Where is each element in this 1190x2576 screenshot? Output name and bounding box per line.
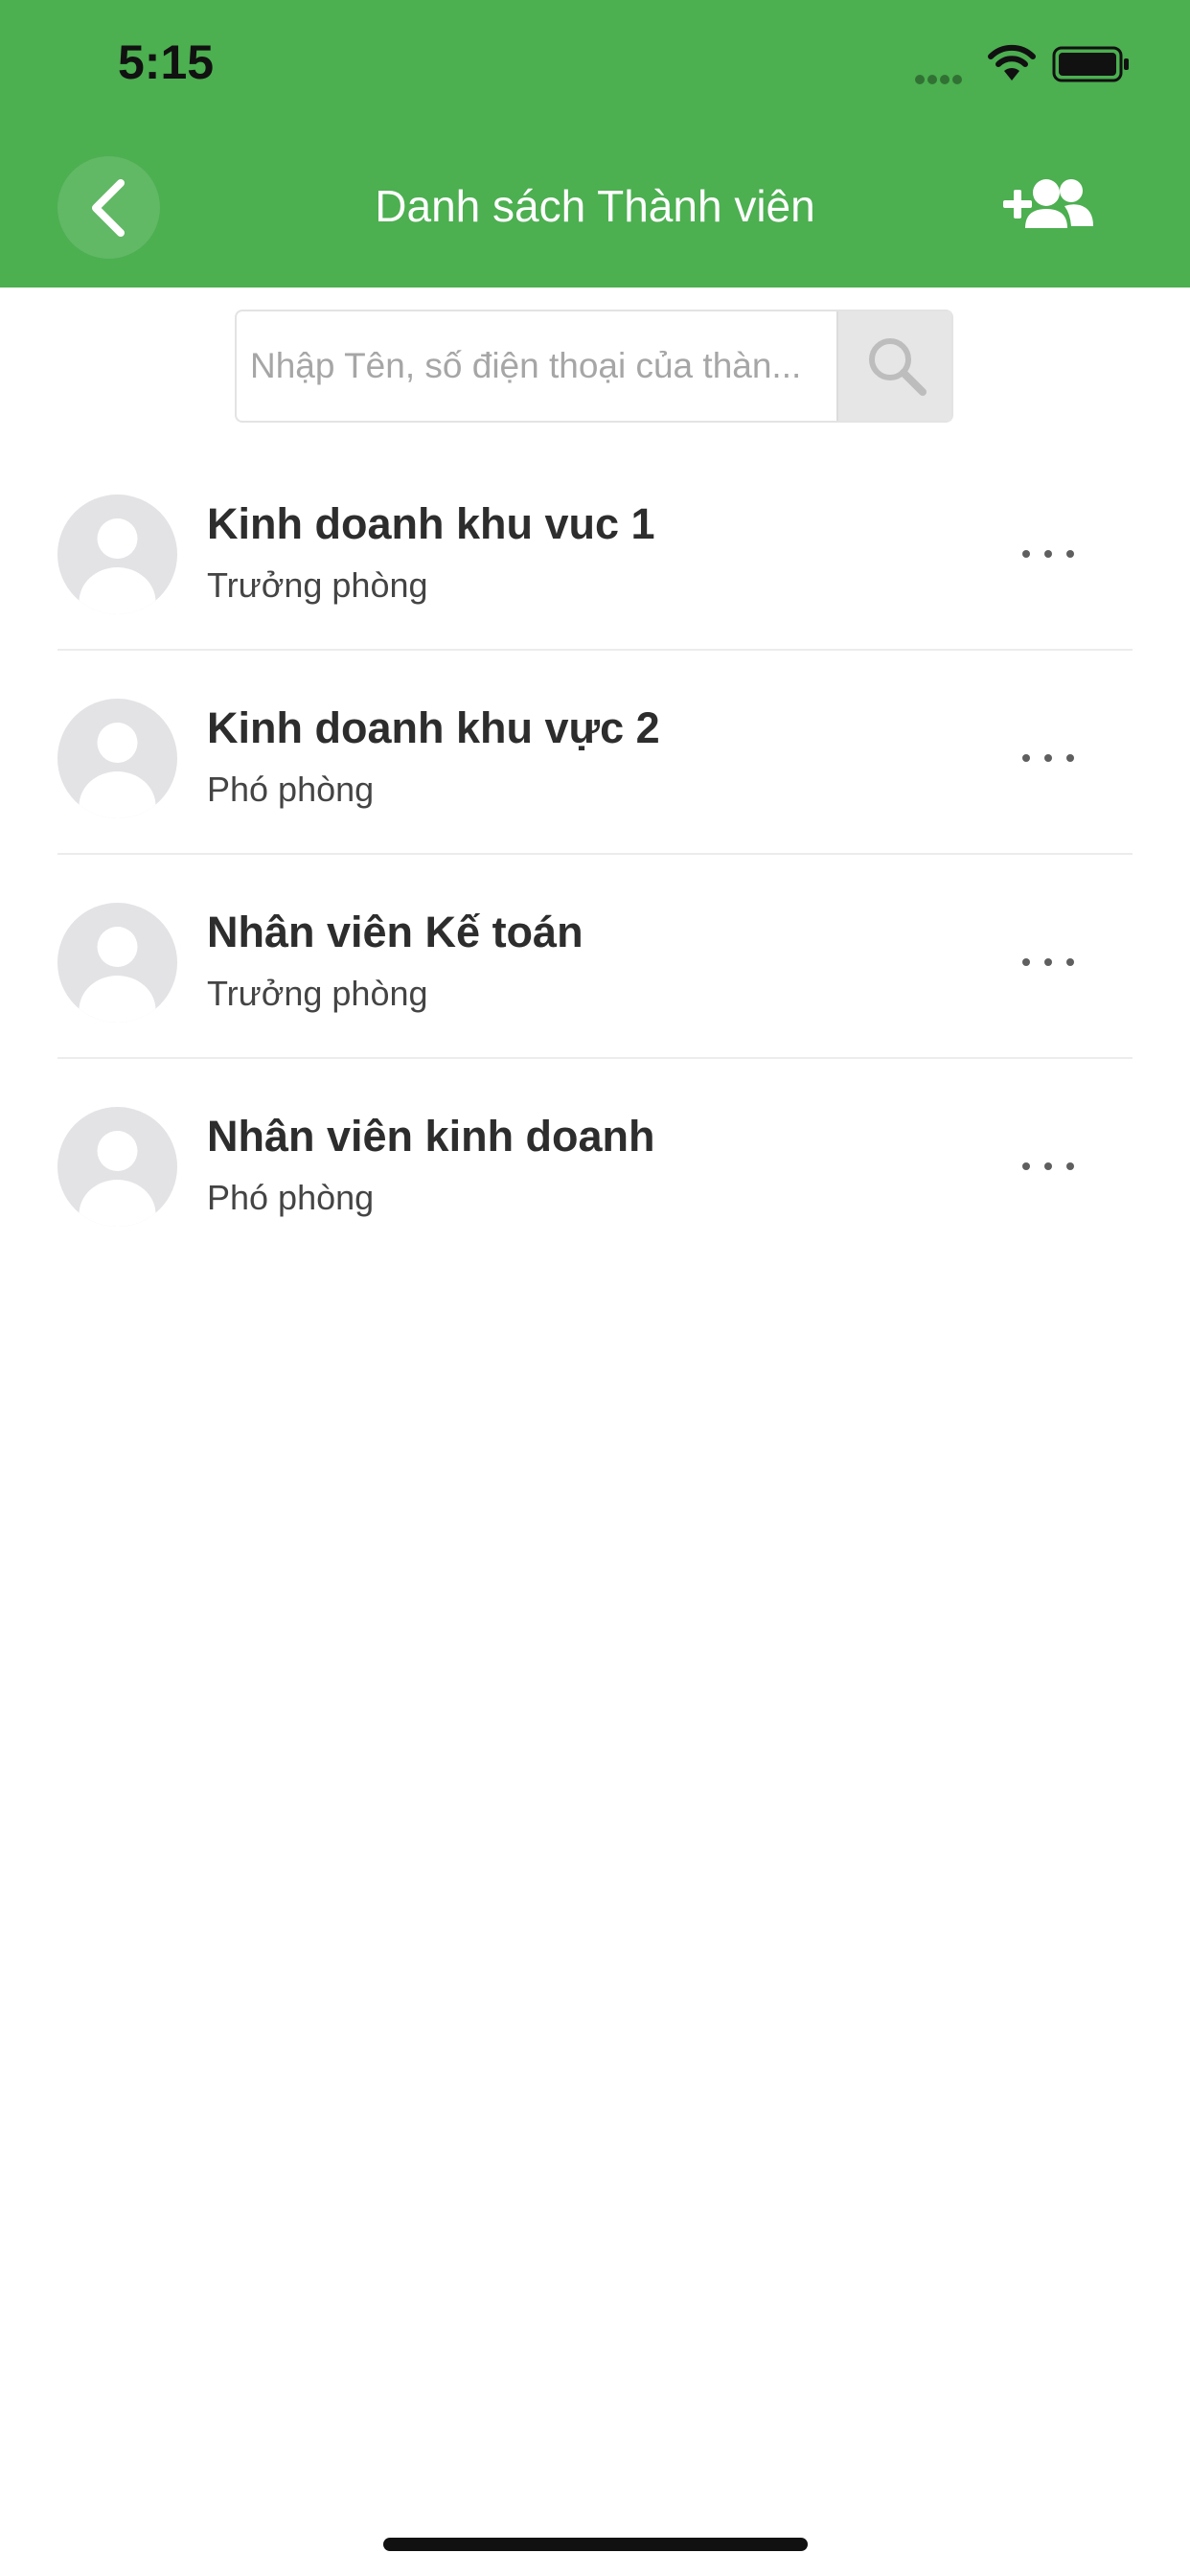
member-role: Trưởng phòng <box>207 565 428 605</box>
list-item[interactable]: Kinh doanh khu vực 2 Phó phòng <box>57 652 1133 855</box>
member-name: Kinh doanh khu vực 2 <box>207 703 660 752</box>
more-options-icon[interactable] <box>1011 923 1087 1000</box>
cellular-signal-icon <box>915 72 965 89</box>
member-name: Nhân viên kinh doanh <box>207 1112 655 1161</box>
avatar-icon <box>57 903 177 1023</box>
avatar-icon <box>57 1107 177 1227</box>
search-icon <box>869 338 927 396</box>
home-indicator[interactable] <box>383 2538 808 2551</box>
list-item[interactable]: Nhân viên kinh doanh Phó phòng <box>57 1060 1133 1263</box>
status-time: 5:15 <box>118 35 215 89</box>
member-role: Phó phòng <box>207 1178 375 1217</box>
list-item[interactable]: Nhân viên Kế toán Trưởng phòng <box>57 856 1133 1059</box>
app-header: 5:15 Danh sách Thành viên <box>0 0 1190 288</box>
search-input[interactable] <box>237 311 836 421</box>
search-button[interactable] <box>836 311 951 421</box>
search-bar <box>235 310 953 423</box>
battery-icon <box>1052 46 1131 89</box>
add-user-icon <box>1003 179 1093 228</box>
list-item[interactable]: Kinh doanh khu vuc 1 Trưởng phòng <box>57 448 1133 651</box>
member-role: Phó phòng <box>207 770 375 809</box>
add-member-button[interactable] <box>1001 172 1097 244</box>
member-role: Trưởng phòng <box>207 974 428 1013</box>
more-options-icon[interactable] <box>1011 1127 1087 1204</box>
member-name: Kinh doanh khu vuc 1 <box>207 499 655 548</box>
avatar-icon <box>57 699 177 818</box>
more-options-icon[interactable] <box>1011 515 1087 591</box>
wifi-icon <box>985 44 1039 87</box>
avatar-icon <box>57 494 177 614</box>
member-name: Nhân viên Kế toán <box>207 908 584 956</box>
more-options-icon[interactable] <box>1011 719 1087 795</box>
